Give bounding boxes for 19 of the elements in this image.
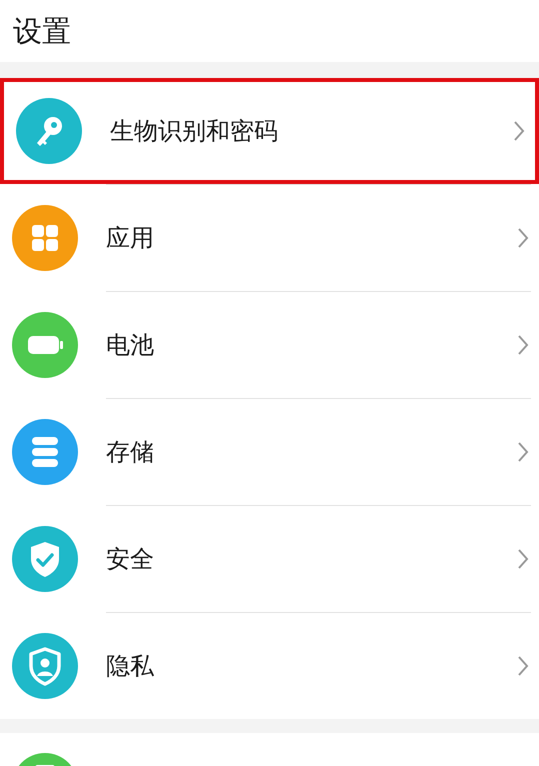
chevron-right-icon bbox=[513, 120, 525, 142]
chevron-right-icon bbox=[517, 655, 529, 677]
chevron-right-icon bbox=[517, 334, 529, 356]
item-label: 安全 bbox=[106, 544, 155, 575]
settings-item[interactable]: 存储 bbox=[0, 399, 539, 505]
chevron-right-icon bbox=[517, 441, 529, 463]
item-label: 存储 bbox=[106, 437, 155, 468]
item-label: 电池 bbox=[106, 330, 155, 361]
settings-item[interactable]: 应用 bbox=[0, 185, 539, 291]
settings-item[interactable]: 电池 bbox=[0, 292, 539, 398]
chevron-right-icon bbox=[517, 548, 529, 570]
chevron-right-icon bbox=[517, 227, 529, 249]
item-label: 应用 bbox=[106, 223, 155, 254]
item-label: 隐私 bbox=[106, 651, 155, 682]
page-title: 设置 bbox=[13, 16, 71, 46]
settings-item[interactable]: 隐私 bbox=[0, 613, 539, 719]
settings-item[interactable]: 安全 bbox=[0, 506, 539, 612]
item-label: 生物识别和密码 bbox=[110, 116, 279, 147]
settings-item[interactable]: 生物识别和密码 bbox=[0, 78, 539, 184]
